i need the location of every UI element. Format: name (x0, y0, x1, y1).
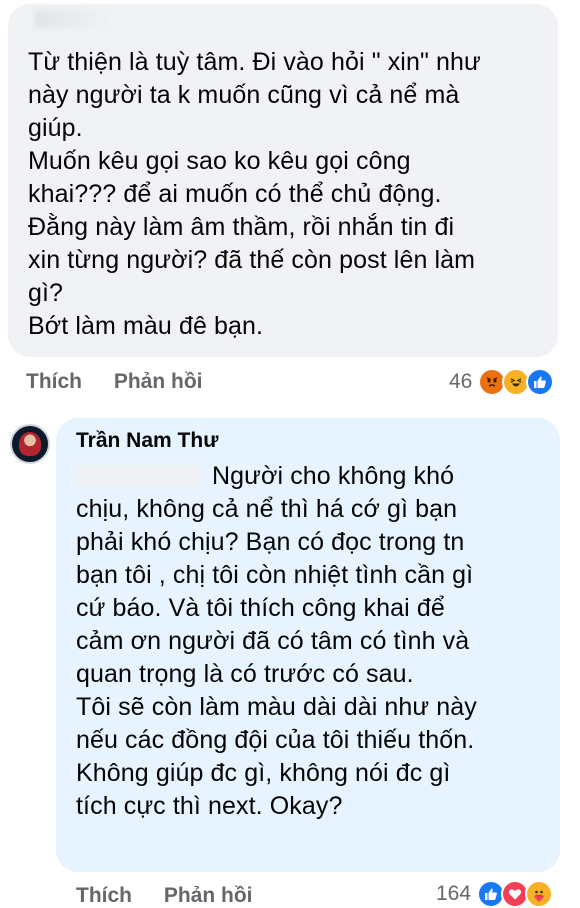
like-button[interactable]: Thích (26, 370, 82, 393)
reaction-count: 46 (449, 370, 473, 393)
reaction-count: 164 (436, 882, 472, 905)
comment-text-first-line: Người cho không khó (212, 462, 455, 490)
reply-button[interactable]: Phản hồi (114, 370, 203, 393)
comment-text-body: chịu, không cả nể thì há cớ gì bạn phải … (76, 495, 477, 820)
comment-text: Từ thiện là tuỳ tâm. Đi vào hỏi " xin" n… (28, 48, 481, 340)
like-button[interactable]: Thích (76, 884, 132, 907)
avatar[interactable] (10, 424, 50, 464)
comment-bubble-1: Từ thiện là tuỳ tâm. Đi vào hỏi " xin" n… (8, 4, 558, 357)
reply-button[interactable]: Phản hồi (164, 884, 253, 907)
comment-bubble-2: Trần Nam Thư Người cho không khó chịu, k… (56, 418, 560, 872)
like-icon (526, 368, 555, 396)
comment-actions: Thích Phản hồi (26, 370, 229, 394)
author-name[interactable]: Trần Nam Thư (76, 426, 548, 456)
redacted-author-name (34, 10, 114, 28)
reaction-summary[interactable]: 164 (436, 880, 554, 908)
avatar-image (19, 432, 41, 456)
comment-text: Người cho không khó (76, 460, 548, 493)
comment-actions: Thích Phản hồi (76, 884, 279, 908)
redacted-mention (76, 465, 204, 487)
reaction-summary[interactable]: 46 (449, 368, 555, 396)
care-icon (525, 880, 554, 908)
